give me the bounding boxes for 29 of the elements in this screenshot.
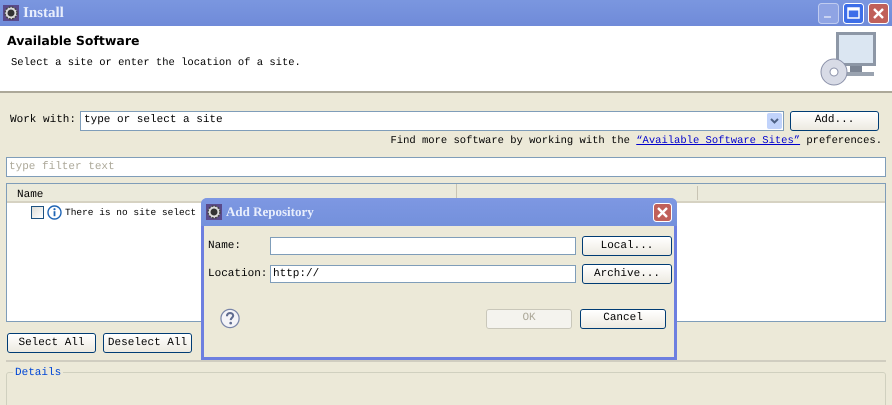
- add-button[interactable]: Add...: [790, 110, 879, 130]
- window-title: Install: [23, 4, 65, 23]
- close-button[interactable]: [653, 202, 672, 222]
- gear-icon: [206, 204, 222, 220]
- work-with-label: Work with:: [9, 113, 78, 128]
- maximize-button[interactable]: [843, 2, 864, 24]
- page-subtitle: Select a site or enter the location of a site.: [10, 56, 301, 71]
- text-field[interactable]: [270, 237, 576, 255]
- table-cell: There is no site select: [65, 206, 196, 220]
- selection-button[interactable]: Deselect All: [103, 332, 192, 353]
- hint-text: preferences.: [805, 134, 882, 149]
- checkbox[interactable]: [31, 206, 44, 220]
- available-software-sites-link[interactable]: “Available Software Sites”: [636, 134, 800, 150]
- dialog-title: Add Repository: [226, 203, 315, 222]
- browse-button[interactable]: Local...: [582, 236, 672, 256]
- dialog-button[interactable]: Cancel: [580, 308, 666, 328]
- field-label: Name:: [208, 238, 242, 254]
- info-icon: [47, 205, 62, 220]
- gear-icon: [3, 5, 19, 21]
- selection-button[interactable]: Select All: [7, 332, 96, 353]
- browse-button[interactable]: Archive...: [582, 264, 672, 284]
- help-icon[interactable]: [220, 308, 240, 329]
- text-field[interactable]: http://: [270, 265, 576, 283]
- site-combo-box[interactable]: type or select a site: [80, 110, 784, 130]
- filter-field[interactable]: type filter text: [6, 156, 886, 177]
- page-title: Available Software: [7, 32, 141, 50]
- hint-text: Find more software by working with the: [390, 134, 631, 149]
- close-button[interactable]: [868, 2, 889, 24]
- field-label: Location:: [208, 266, 268, 282]
